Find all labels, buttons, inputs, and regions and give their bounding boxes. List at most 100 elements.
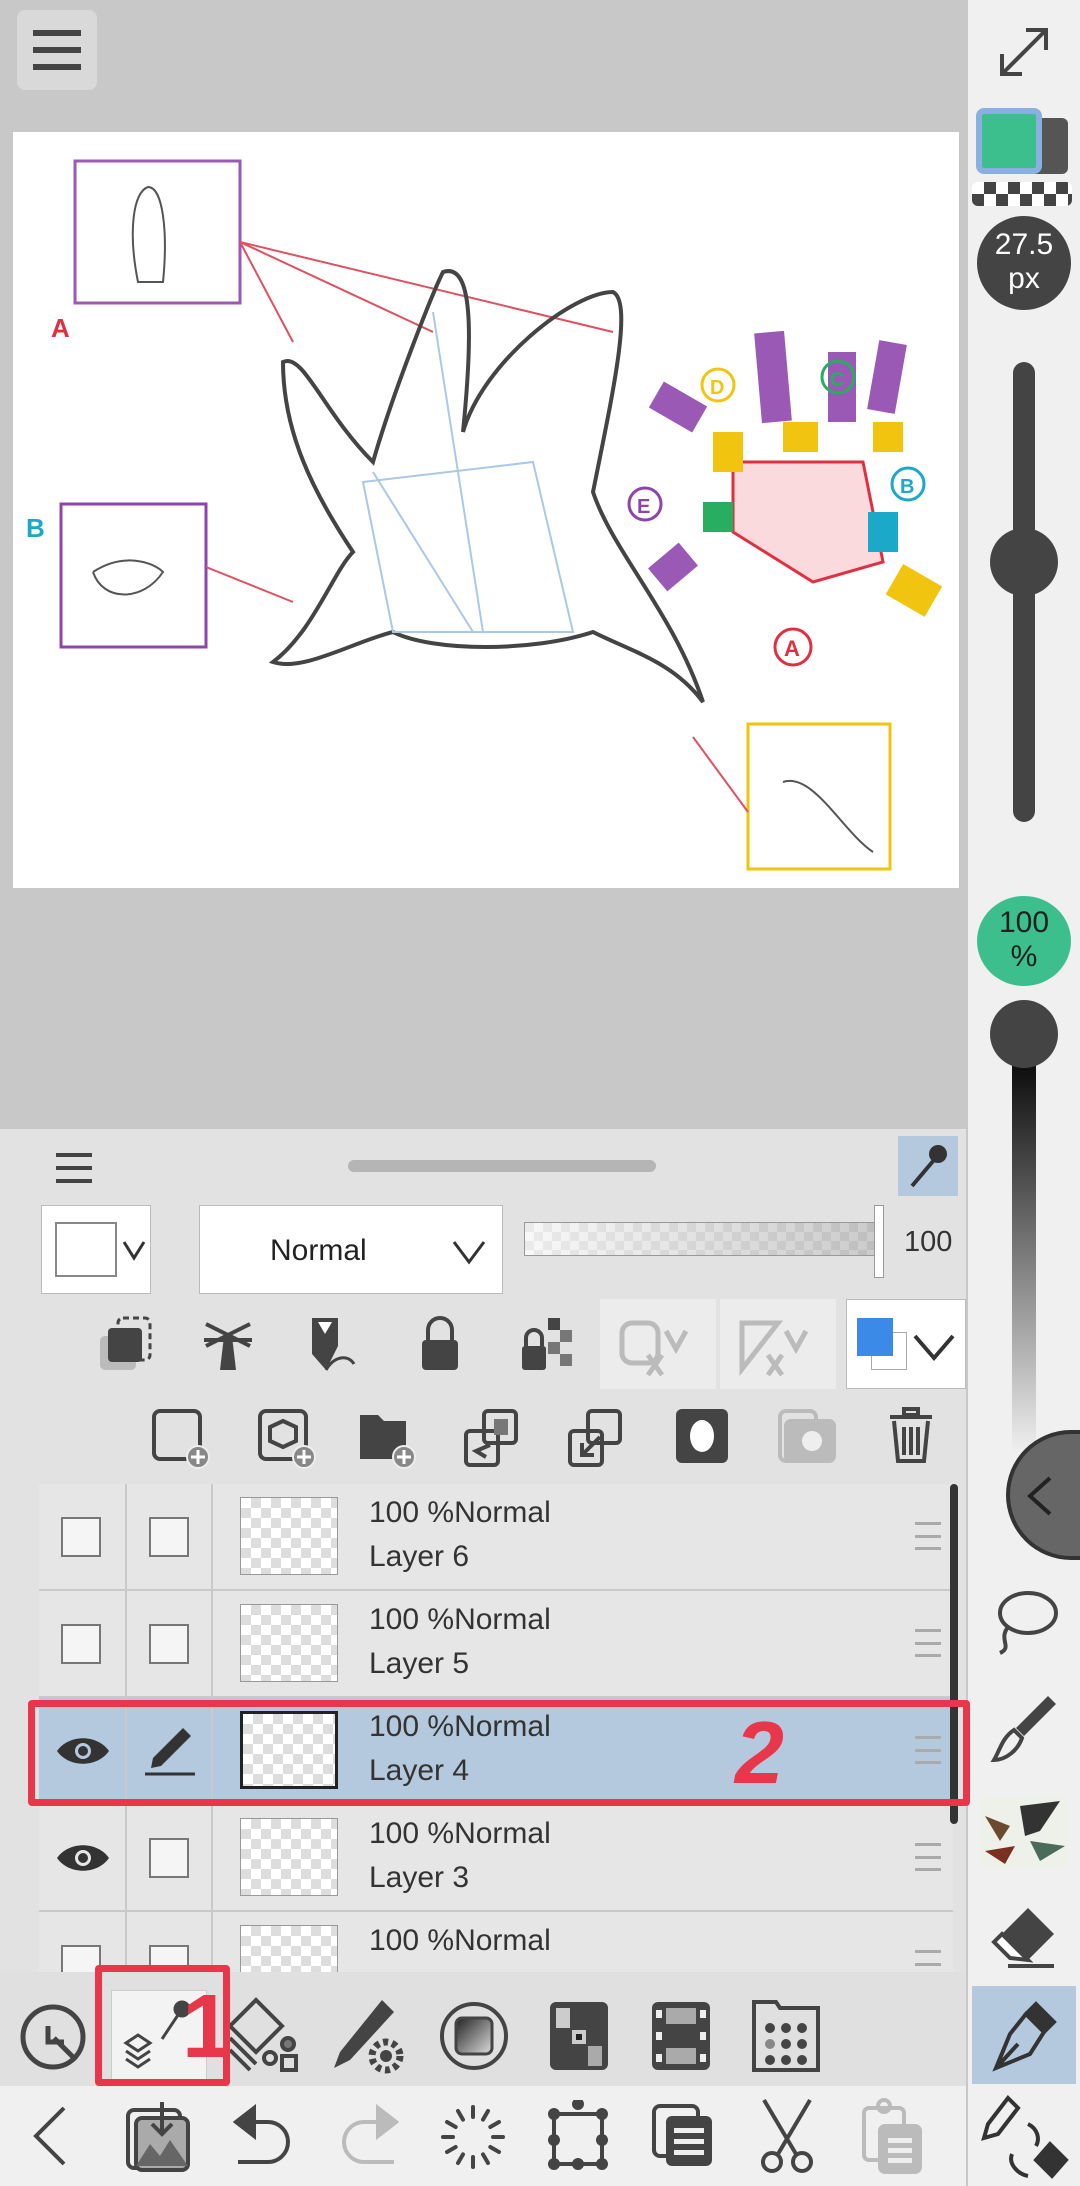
right-rail: 27.5 px 100% xyxy=(968,0,1080,2186)
color-circle-icon[interactable] xyxy=(438,2000,510,2072)
color-swatch[interactable] xyxy=(972,106,1072,176)
layer-row[interactable]: 100 %Normal Layer 5 xyxy=(39,1591,953,1698)
clip-to-below-icon[interactable] xyxy=(98,1316,154,1372)
chevron-down-icon xyxy=(452,1238,486,1266)
eyedropper-icon xyxy=(906,1142,950,1190)
layer-opacity-slider[interactable] xyxy=(524,1222,878,1256)
eyedropper-button[interactable] xyxy=(898,1136,958,1196)
expand-icon[interactable] xyxy=(994,22,1054,82)
cut-icon[interactable] xyxy=(756,2098,818,2174)
material-folder-icon[interactable] xyxy=(752,1996,820,2072)
layer-opacity-mode: 100 %Normal xyxy=(369,1496,551,1529)
opacity-slider[interactable] xyxy=(1012,1030,1036,1450)
new-raster-layer-icon[interactable] xyxy=(150,1407,212,1469)
edit-target-checkbox[interactable] xyxy=(149,1838,189,1878)
lock-transparency-icon[interactable] xyxy=(518,1316,574,1372)
drag-handle-icon[interactable] xyxy=(915,1950,941,1972)
redo-icon[interactable] xyxy=(336,2104,400,2168)
drag-handle-icon[interactable] xyxy=(915,1629,941,1657)
undo-icon[interactable] xyxy=(232,2104,296,2168)
pen-tool-button[interactable] xyxy=(972,1986,1076,2084)
drag-handle-icon[interactable] xyxy=(915,1843,941,1871)
mask-disabled-icon xyxy=(618,1319,698,1377)
panel-drag-handle[interactable] xyxy=(348,1160,656,1172)
transfer-to-lower-icon[interactable] xyxy=(462,1407,524,1469)
quick-access-icon[interactable] xyxy=(18,2002,88,2072)
new-folder-icon[interactable] xyxy=(356,1407,418,1469)
material-thumbnail[interactable] xyxy=(980,1796,1068,1868)
blend-mode-select[interactable]: Normal xyxy=(199,1205,503,1294)
layer-row[interactable]: 100 %Normal Layer 6 xyxy=(39,1484,953,1591)
opacity-unit: % xyxy=(1010,940,1038,973)
layer-thumbnail xyxy=(240,1497,338,1575)
reference-layer-icon[interactable] xyxy=(200,1316,256,1372)
panel-menu-icon[interactable] xyxy=(56,1153,92,1183)
import-image-icon[interactable] xyxy=(126,2100,190,2172)
layer-color-combo[interactable] xyxy=(41,1205,151,1294)
edit-target-checkbox[interactable] xyxy=(149,1624,189,1664)
menu-button[interactable] xyxy=(17,10,97,90)
camera-disabled-icon xyxy=(776,1407,838,1465)
mask-select-button[interactable] xyxy=(600,1299,716,1389)
drawing-canvas[interactable]: A B A B C D E xyxy=(13,132,959,888)
swap-tool-icon[interactable] xyxy=(978,2094,1070,2184)
tool-property-icon[interactable] xyxy=(330,1996,410,2076)
layer-name: Layer 5 xyxy=(369,1647,470,1680)
blend-mode-value: Normal xyxy=(270,1234,367,1267)
lock-icon[interactable] xyxy=(412,1316,468,1372)
navigator-icon[interactable] xyxy=(548,2000,610,2072)
eraser-icon[interactable] xyxy=(988,1900,1060,1972)
chevron-down-icon xyxy=(122,1238,146,1262)
layer-row[interactable]: 100 %Normal xyxy=(39,1912,953,1972)
annotation-number-1: 1 xyxy=(182,1977,233,2077)
layer-property-icon[interactable] xyxy=(226,1996,302,2076)
layer-thumbnail xyxy=(240,1925,338,1972)
layer-opacity-knob[interactable] xyxy=(874,1205,884,1278)
trash-icon[interactable] xyxy=(888,1407,934,1465)
new-3d-layer-icon[interactable] xyxy=(256,1407,318,1469)
hand-label-c: C xyxy=(830,369,844,391)
brush-size-knob[interactable] xyxy=(990,528,1058,596)
visibility-checkbox[interactable] xyxy=(61,1517,101,1557)
drag-handle-icon[interactable] xyxy=(915,1522,941,1550)
canvas-artwork: A B A B C D E xyxy=(26,159,943,871)
loading-spinner-icon[interactable] xyxy=(440,2104,506,2170)
brush-size-button[interactable]: 27.5 px xyxy=(977,216,1071,310)
layer-opacity-value: 100 xyxy=(904,1226,953,1258)
add-mask-icon[interactable] xyxy=(674,1407,730,1465)
edit-target-checkbox[interactable] xyxy=(149,1517,189,1557)
transform-icon[interactable] xyxy=(546,2100,610,2172)
layer-row[interactable]: 100 %Normal Layer 3 xyxy=(39,1805,953,1912)
ruler-disabled-icon xyxy=(738,1319,818,1377)
layer-name: Layer 3 xyxy=(369,1861,470,1894)
layer-color-swatch xyxy=(857,1318,893,1356)
visibility-checkbox[interactable] xyxy=(61,1624,101,1664)
animation-timeline-icon[interactable] xyxy=(650,2000,712,2072)
annotation-box-2 xyxy=(28,1700,970,1806)
opacity-knob[interactable] xyxy=(990,1000,1058,1068)
layer-panel: Normal 100 100 %Normal Layer 6 100 %Norm… xyxy=(0,1129,966,1972)
hand-label-b: B xyxy=(900,476,914,498)
pen-nib-icon xyxy=(990,1998,1060,2074)
back-chevron-icon[interactable] xyxy=(30,2104,70,2168)
layer-color-select[interactable] xyxy=(846,1299,966,1389)
layer-opacity-mode: 100 %Normal xyxy=(369,1603,551,1636)
transparent-color[interactable] xyxy=(972,182,1072,206)
combine-to-lower-icon[interactable] xyxy=(566,1407,628,1469)
ruler-select-button[interactable] xyxy=(720,1299,836,1389)
brush-tool-icon[interactable] xyxy=(988,1690,1060,1766)
hamburger-icon xyxy=(33,28,81,72)
layer-opacity-mode: 100 %Normal xyxy=(369,1817,551,1850)
opacity-button[interactable]: 100% xyxy=(977,896,1071,986)
hand-label-d: D xyxy=(710,377,724,399)
brush-size-value: 27.5 xyxy=(994,228,1054,261)
draft-layer-icon[interactable] xyxy=(304,1316,360,1372)
layer-thumbnail xyxy=(240,1818,338,1896)
lasso-icon[interactable] xyxy=(988,1585,1060,1657)
brush-size-unit: px xyxy=(1008,262,1040,295)
hand-label-a: A xyxy=(784,636,800,661)
annotation-number-2: 2 xyxy=(735,1703,784,1802)
copy-icon[interactable] xyxy=(652,2104,714,2168)
chevron-left-icon xyxy=(1024,1474,1054,1518)
eye-icon[interactable] xyxy=(55,1841,111,1875)
